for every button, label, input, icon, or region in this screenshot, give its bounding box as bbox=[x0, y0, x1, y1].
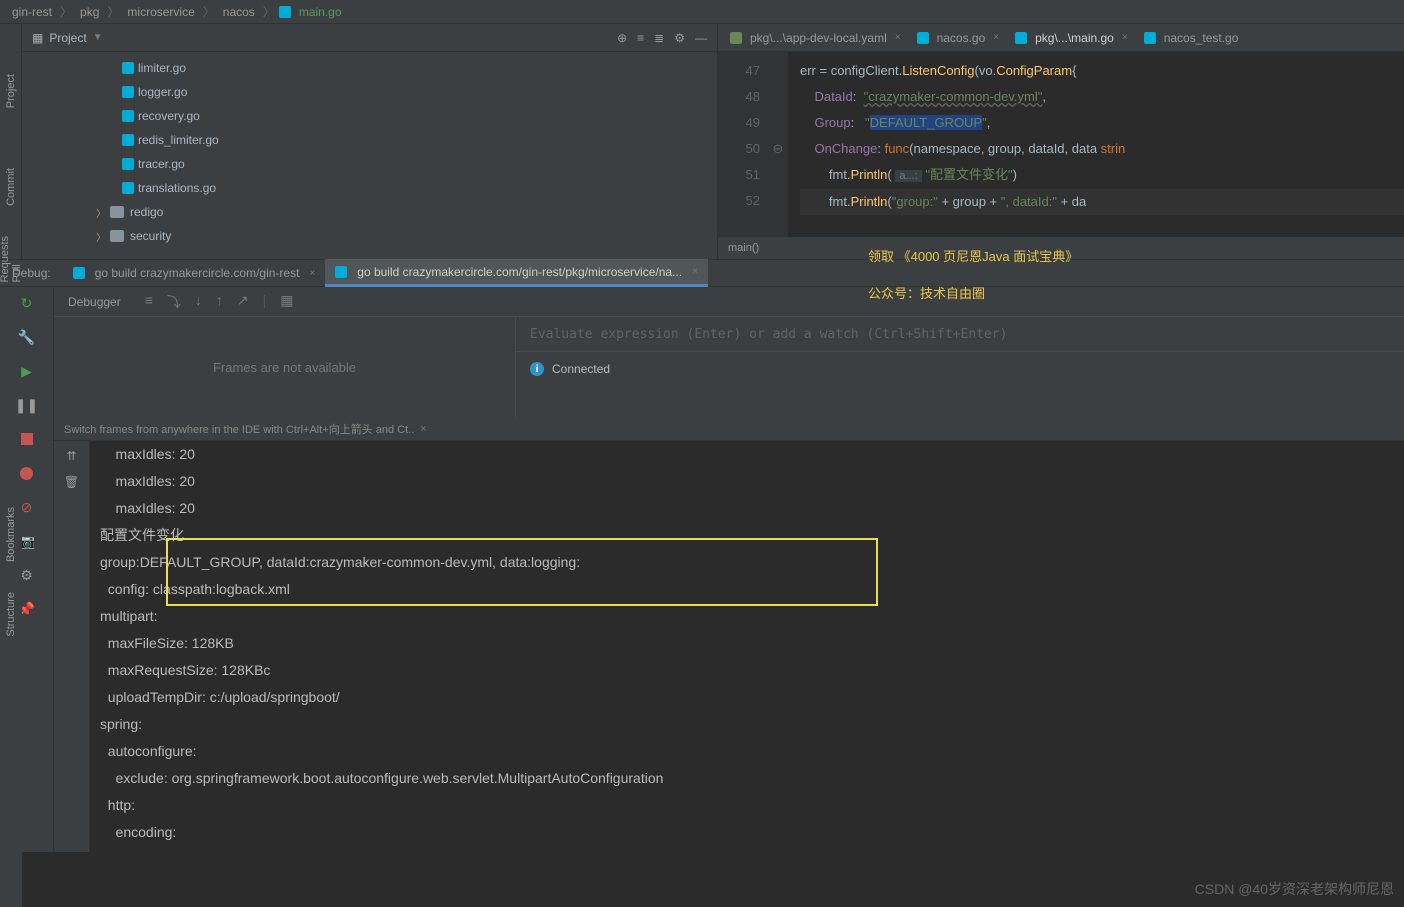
tree-file[interactable]: redis_limiter.go bbox=[22, 128, 717, 152]
crumb-1[interactable]: pkg bbox=[76, 5, 103, 19]
close-icon[interactable]: × bbox=[692, 266, 698, 277]
hide-icon[interactable]: — bbox=[695, 31, 707, 45]
breadcrumb: gin-rest〉 pkg〉 microservice〉 nacos〉 main… bbox=[0, 0, 1404, 24]
sidebar-bookmarks[interactable]: Bookmarks bbox=[5, 507, 17, 562]
overlay-text-2: 公众号：技术自由圈 bbox=[868, 283, 985, 302]
editor-tab[interactable]: nacos_test.go bbox=[1136, 26, 1247, 50]
code-panel: pkg\...\app-dev-local.yaml× nacos.go× pk… bbox=[718, 24, 1404, 259]
tree-file[interactable]: translations.go bbox=[22, 176, 717, 200]
breakpoints-icon[interactable] bbox=[19, 465, 35, 481]
sidebar-commit[interactable]: Commit bbox=[5, 168, 17, 206]
crumb-0[interactable]: gin-rest bbox=[8, 5, 56, 19]
close-icon[interactable]: × bbox=[895, 32, 901, 43]
info-icon: i bbox=[530, 362, 544, 376]
crumb-3[interactable]: nacos bbox=[219, 5, 259, 19]
tree-file[interactable]: recovery.go bbox=[22, 104, 717, 128]
close-icon[interactable]: × bbox=[993, 32, 999, 43]
bottom-left-sidebar: Bookmarks Structure bbox=[0, 487, 22, 907]
layout-icon[interactable]: ≡ bbox=[145, 292, 153, 312]
up-icon[interactable]: ⇈ bbox=[66, 449, 76, 463]
line-gutter: 474849505152 bbox=[718, 52, 768, 237]
trash-icon[interactable]: 🗑 bbox=[64, 475, 79, 489]
tree-folder[interactable]: 〉security bbox=[22, 224, 717, 248]
debugger-label[interactable]: Debugger bbox=[54, 295, 135, 309]
code-editor[interactable]: 474849505152 ⊖ err = configClient.Listen… bbox=[718, 52, 1404, 237]
frames-panel: Frames are not available bbox=[54, 317, 516, 417]
overlay-text-1: 领取 《4000 页尼恩Java 面试宝典》 bbox=[868, 246, 1078, 265]
go-icon bbox=[279, 6, 291, 18]
editor-tab[interactable]: pkg\...\app-dev-local.yaml× bbox=[722, 26, 909, 50]
eval-input[interactable]: Evaluate expression (Enter) or add a wat… bbox=[516, 317, 1404, 352]
sidebar-structure[interactable]: Structure bbox=[5, 592, 17, 637]
console-tools: ⇈ 🗑 bbox=[54, 441, 90, 852]
watermark: CSDN @40岁资深老架构师尼恩 bbox=[1195, 879, 1394, 899]
editor-tab-active[interactable]: pkg\...\main.go× bbox=[1007, 26, 1136, 50]
tree-file[interactable]: logger.go bbox=[22, 80, 717, 104]
editor-tab[interactable]: nacos.go× bbox=[909, 26, 1008, 50]
project-title[interactable]: Project bbox=[49, 31, 86, 45]
crumb-file[interactable]: main.go bbox=[295, 5, 346, 19]
debug-tab-active[interactable]: go build crazymakercircle.com/gin-rest/p… bbox=[325, 259, 708, 287]
step-out-icon[interactable]: ↑ bbox=[216, 292, 223, 312]
connected-status: i Connected bbox=[516, 352, 1404, 386]
locate-icon[interactable]: ⊕ bbox=[617, 31, 627, 45]
rerun-icon[interactable]: ↻ bbox=[19, 295, 35, 311]
debug-tab[interactable]: go build crazymakercircle.com/gin-rest× bbox=[63, 259, 326, 287]
hint-bar: Switch frames from anywhere in the IDE w… bbox=[54, 417, 1404, 441]
run-to-icon[interactable]: ↗ bbox=[237, 292, 249, 312]
project-panel: ▦ Project ▼ ⊕ ≡ ≣ ⚙ — limiter.go logger.… bbox=[22, 24, 718, 259]
fold-gutter[interactable]: ⊖ bbox=[768, 52, 788, 237]
pause-icon[interactable]: ❚❚ bbox=[19, 397, 35, 413]
project-tree[interactable]: limiter.go logger.go recovery.go redis_l… bbox=[22, 52, 717, 259]
tree-file[interactable]: tracer.go bbox=[22, 152, 717, 176]
crumb-2[interactable]: microservice bbox=[123, 5, 198, 19]
left-tool-sidebar: Project Commit Pull Requests bbox=[0, 24, 22, 259]
sidebar-pull-requests[interactable]: Pull Requests bbox=[0, 236, 23, 282]
tree-file[interactable]: limiter.go bbox=[22, 56, 717, 80]
resume-icon[interactable]: ▶ bbox=[19, 363, 35, 379]
stop-icon[interactable] bbox=[19, 431, 35, 447]
settings-icon[interactable]: ⚙ bbox=[674, 31, 685, 45]
close-icon[interactable]: × bbox=[420, 423, 426, 435]
tree-folder[interactable]: 〉redigo bbox=[22, 200, 717, 224]
close-icon[interactable]: × bbox=[309, 268, 315, 279]
sidebar-project[interactable]: Project bbox=[5, 74, 17, 108]
evaluate-icon[interactable]: ▦ bbox=[280, 292, 293, 312]
collapse-icon[interactable]: ≣ bbox=[654, 31, 664, 45]
expand-icon[interactable]: ≡ bbox=[637, 31, 644, 45]
tools-icon[interactable]: 🔧 bbox=[19, 329, 35, 345]
step-into-icon[interactable]: ↓ bbox=[195, 292, 202, 312]
console-output[interactable]: maxIdles: 20 maxIdles: 20 maxIdles: 20 配… bbox=[90, 441, 1404, 852]
debug-tabs-bar: Debug: go build crazymakercircle.com/gin… bbox=[0, 259, 1404, 287]
close-icon[interactable]: × bbox=[1122, 32, 1128, 43]
eval-panel: Evaluate expression (Enter) or add a wat… bbox=[516, 317, 1404, 417]
step-over-icon[interactable]: ⤵ bbox=[167, 292, 181, 312]
editor-tabs: pkg\...\app-dev-local.yaml× nacos.go× pk… bbox=[718, 24, 1404, 52]
